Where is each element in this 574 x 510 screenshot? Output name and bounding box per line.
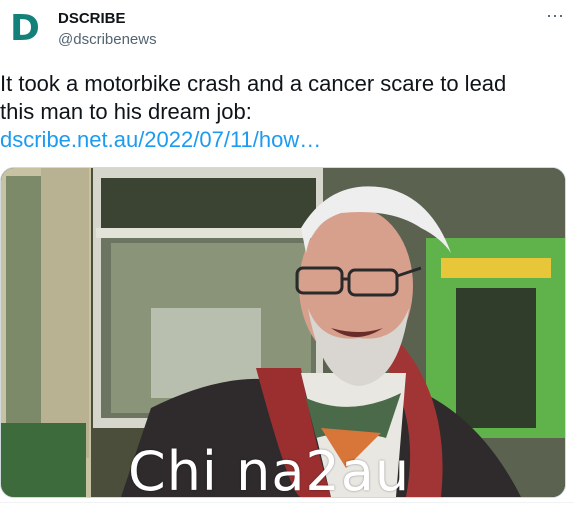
divider [0,502,574,503]
tweet-text-line-1: It took a motorbike crash and a cancer s… [0,71,507,96]
tweet-text-line-2: this man to his dream job: [0,99,252,124]
more-options-icon[interactable]: ⋯ [546,6,565,27]
watermark-text: Chi na2au [128,440,411,503]
author-avatar[interactable]: D [3,7,47,51]
author-handle[interactable]: @dscribenews [58,31,157,48]
author-display-name[interactable]: DSCRIBE [58,10,126,27]
tweet-link[interactable]: dscribe.net.au/2022/07/11/how… [0,127,321,152]
tweet-text: It took a motorbike crash and a cancer s… [0,70,570,154]
avatar-logo-letter: D [10,8,40,49]
